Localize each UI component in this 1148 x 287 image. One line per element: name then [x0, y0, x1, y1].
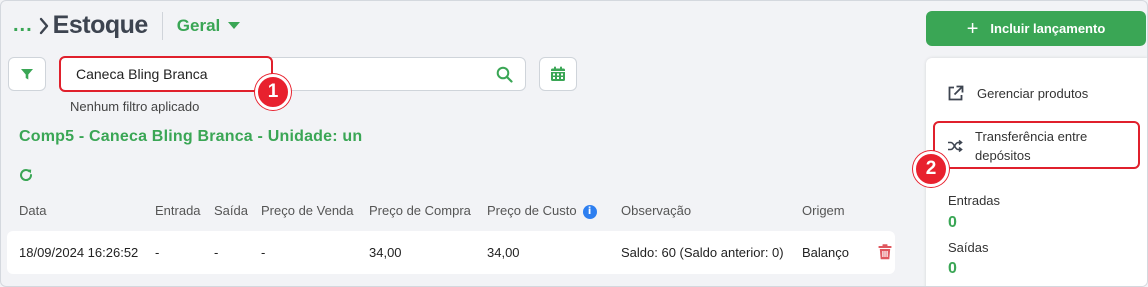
- saidas-value: 0: [948, 260, 957, 277]
- title-divider: [161, 11, 163, 40]
- date-filter-button[interactable]: [539, 57, 577, 91]
- column-header-observacao[interactable]: Observação: [621, 203, 691, 218]
- filter-status-text: Nenhum filtro aplicado: [70, 99, 200, 114]
- search-icon[interactable]: [496, 66, 513, 88]
- entradas-value: 0: [948, 214, 957, 231]
- column-header-origem[interactable]: Origem: [802, 203, 845, 218]
- page-title: Estoque: [52, 11, 149, 39]
- cell-preco-custo: 34,00: [487, 245, 520, 260]
- chevron-right-icon: [39, 17, 49, 35]
- refresh-icon[interactable]: [18, 167, 34, 188]
- product-title: Comp5 - Caneca Bling Branca - Unidade: u…: [19, 128, 363, 145]
- add-entry-button[interactable]: + Incluir lançamento: [926, 11, 1146, 46]
- caret-down-icon: [228, 22, 241, 29]
- cell-entrada: -: [155, 245, 160, 260]
- saidas-label: Saídas: [948, 240, 989, 255]
- menu-item-manage-products[interactable]: Gerenciar produtos: [947, 85, 1088, 102]
- cell-origem: Balanço: [802, 245, 849, 260]
- highlight-box-search: [59, 56, 273, 92]
- entradas-label: Entradas: [948, 193, 1001, 208]
- step-badge-2: 2: [913, 151, 949, 187]
- menu-item-manage-products-label: Gerenciar produtos: [977, 86, 1089, 101]
- highlight-box-transfer: [933, 121, 1140, 169]
- trash-icon[interactable]: [878, 244, 892, 265]
- cell-preco-venda: -: [261, 245, 266, 260]
- column-header-saida[interactable]: Saída: [214, 203, 248, 218]
- external-link-icon: [948, 85, 964, 101]
- cell-data: 18/09/2024 16:26:52: [19, 245, 139, 260]
- column-header-entrada[interactable]: Entrada: [155, 203, 201, 218]
- cell-saida: -: [214, 245, 219, 260]
- app-frame: ... Estoque Geral 1 Nenhum filt: [0, 0, 1148, 287]
- breadcrumb-ellipsis[interactable]: ...: [13, 14, 33, 37]
- warehouse-selector[interactable]: Geral: [176, 15, 241, 36]
- cell-observacao: Saldo: 60 (Saldo anterior: 0): [621, 245, 784, 260]
- cell-preco-compra: 34,00: [369, 245, 402, 260]
- column-header-preco-venda[interactable]: Preço de Venda: [261, 203, 354, 218]
- column-header-preco-compra[interactable]: Preço de Compra: [369, 203, 471, 218]
- filter-button[interactable]: [8, 57, 46, 91]
- column-header-data[interactable]: Data: [19, 203, 46, 218]
- step-badge-1: 1: [255, 74, 291, 110]
- filter-icon: [21, 69, 33, 80]
- calendar-icon: [551, 66, 565, 81]
- warehouse-selector-label: Geral: [176, 15, 221, 35]
- breadcrumb: ... Estoque Geral: [13, 11, 241, 40]
- column-header-preco-custo[interactable]: Preço de Custo i: [487, 203, 597, 219]
- plus-icon: +: [966, 17, 979, 40]
- info-icon[interactable]: i: [582, 205, 597, 219]
- column-header-preco-custo-label: Preço de Custo: [487, 203, 577, 218]
- add-entry-label: Incluir lançamento: [990, 21, 1106, 36]
